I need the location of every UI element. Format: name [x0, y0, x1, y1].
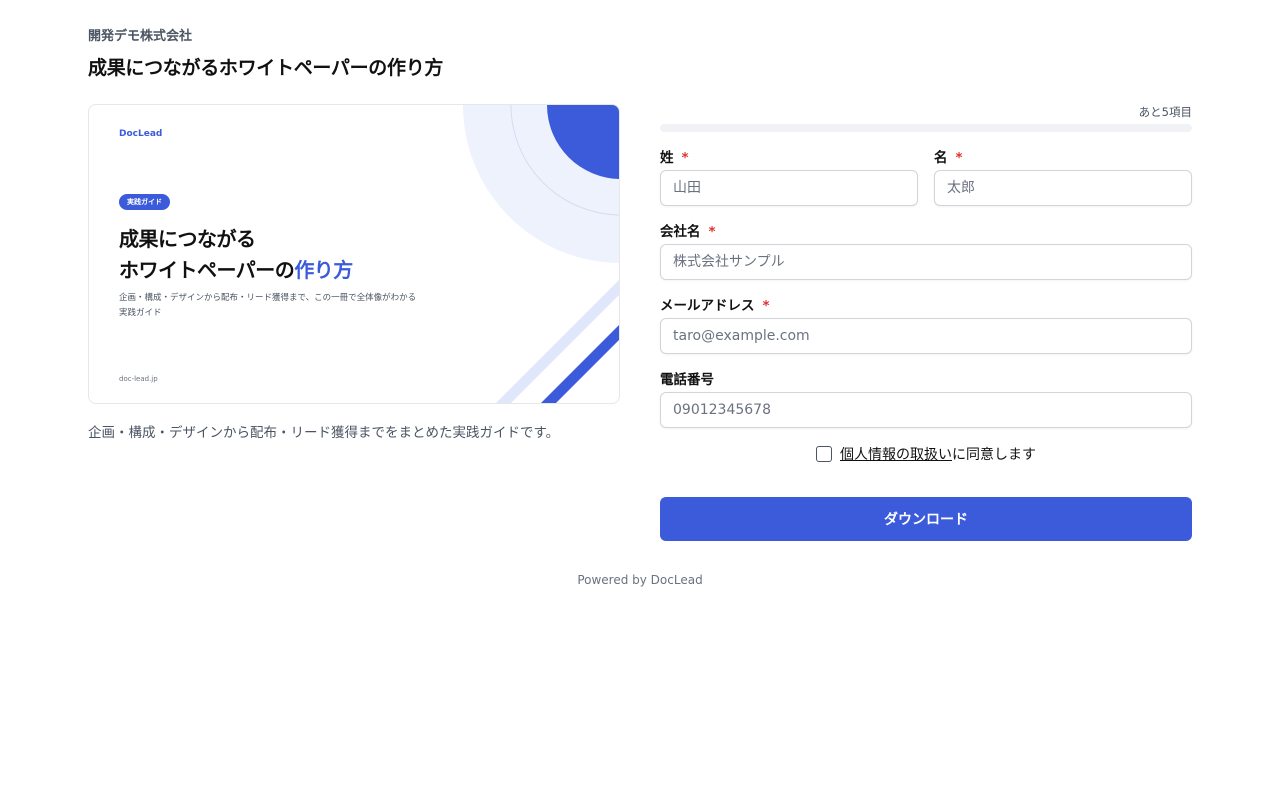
- last-name-field[interactable]: [660, 170, 918, 206]
- cover-domain: doc-lead.jp: [119, 375, 158, 383]
- cover-caption: 企画・構成・デザインから配布・リード獲得までをまとめた実践ガイドです。: [88, 425, 560, 441]
- privacy-policy-link[interactable]: 個人情報の取扱い: [840, 444, 952, 464]
- download-button[interactable]: ダウンロード: [660, 497, 1192, 541]
- last-name-label: 姓 *: [660, 150, 689, 166]
- email-field[interactable]: [660, 318, 1192, 354]
- phone-field[interactable]: [660, 392, 1192, 428]
- form-progress-bar: [660, 124, 1192, 132]
- remaining-fields-count: あと5項目: [1138, 105, 1192, 119]
- cover-headline-line2: ホワイトペーパーの作り方: [119, 254, 353, 283]
- consent-text: に同意します: [952, 447, 1036, 463]
- cover-headline-line1: 成果につながる: [119, 227, 256, 251]
- privacy-consent: 個人情報の取扱い に同意します: [660, 443, 1192, 465]
- powered-by-footer: Powered by DocLead: [577, 573, 703, 587]
- privacy-consent-checkbox[interactable]: [816, 446, 832, 462]
- page-title: 成果につながるホワイトペーパーの作り方: [88, 57, 444, 79]
- cover-logo: DocLead: [119, 129, 163, 139]
- company-field[interactable]: [660, 244, 1192, 280]
- first-name-label: 名 *: [934, 150, 963, 166]
- required-mark: *: [955, 150, 963, 166]
- cover-headline-accent: 作り方: [294, 258, 353, 282]
- whitepaper-cover: DocLead 実践ガイド 成果につながる ホワイトペーパーの作り方 企画・構成…: [88, 104, 620, 404]
- required-mark: *: [708, 224, 716, 240]
- cover-headline-prefix: ホワイトペーパーの: [119, 258, 295, 282]
- required-mark: *: [681, 150, 689, 166]
- required-mark: *: [762, 298, 770, 314]
- company-name: 開発デモ株式会社: [88, 29, 193, 44]
- company-label: 会社名 *: [660, 224, 716, 240]
- phone-label: 電話番号: [660, 372, 714, 388]
- cover-description: 企画・構成・デザインから配布・リード獲得まで、この一冊で全体像がわかる実践ガイド: [119, 293, 417, 318]
- email-label: メールアドレス *: [660, 298, 770, 314]
- cover-badge: 実践ガイド: [119, 194, 170, 210]
- first-name-field[interactable]: [934, 170, 1192, 206]
